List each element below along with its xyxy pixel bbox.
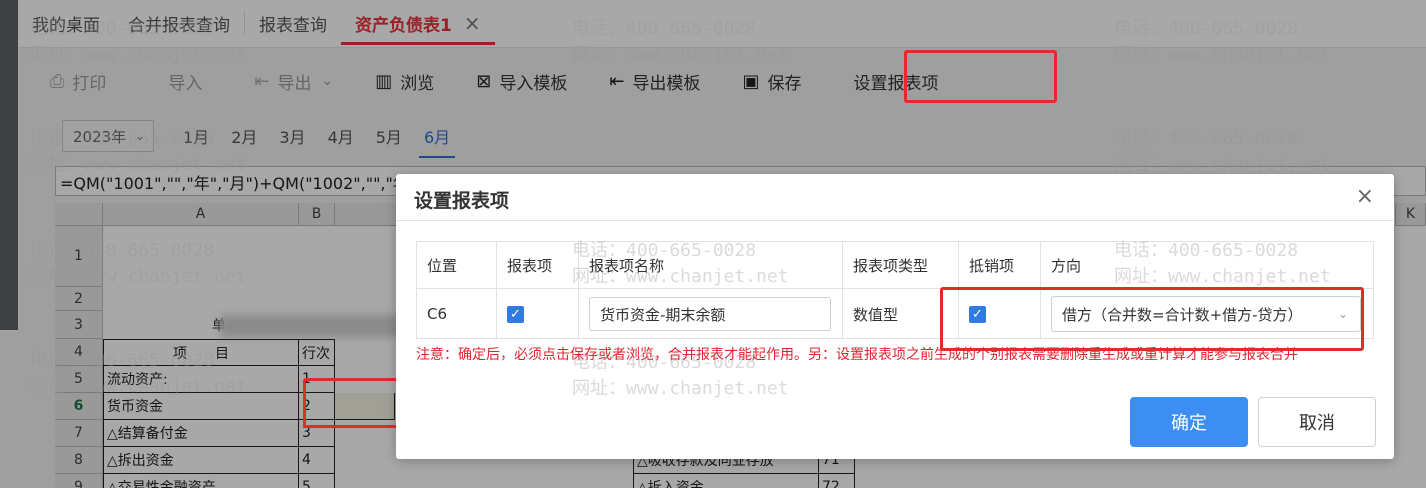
col-header-type: 报表项类型 <box>843 242 959 289</box>
highlight-box-set-items <box>904 50 1057 103</box>
cell-position: C6 <box>417 289 497 339</box>
watermark-site: 网址：www.chanjet.net <box>572 378 789 399</box>
cancel-button[interactable]: 取消 <box>1258 397 1376 447</box>
dialog-title: 设置报表项 <box>414 190 510 212</box>
cell-is-item: ✓ <box>497 289 579 339</box>
col-header-offset: 抵销项 <box>959 242 1041 289</box>
col-header-name: 报表项名称 <box>579 242 843 289</box>
report-item-name-input[interactable]: 货币资金-期末余额 <box>589 297 831 331</box>
highlight-box-offset-direction <box>940 287 1364 351</box>
close-icon[interactable]: × <box>1356 184 1374 209</box>
is-item-checkbox[interactable]: ✓ <box>507 305 524 323</box>
dialog-divider <box>396 220 1394 221</box>
report-item-name-value: 货币资金-期末余额 <box>600 305 726 324</box>
col-header-direction: 方向 <box>1041 242 1373 289</box>
col-header-position: 位置 <box>417 242 497 289</box>
col-header-is-item: 报表项 <box>497 242 579 289</box>
cell-name: 货币资金-期末余额 <box>579 289 843 339</box>
confirm-button[interactable]: 确定 <box>1130 397 1248 447</box>
